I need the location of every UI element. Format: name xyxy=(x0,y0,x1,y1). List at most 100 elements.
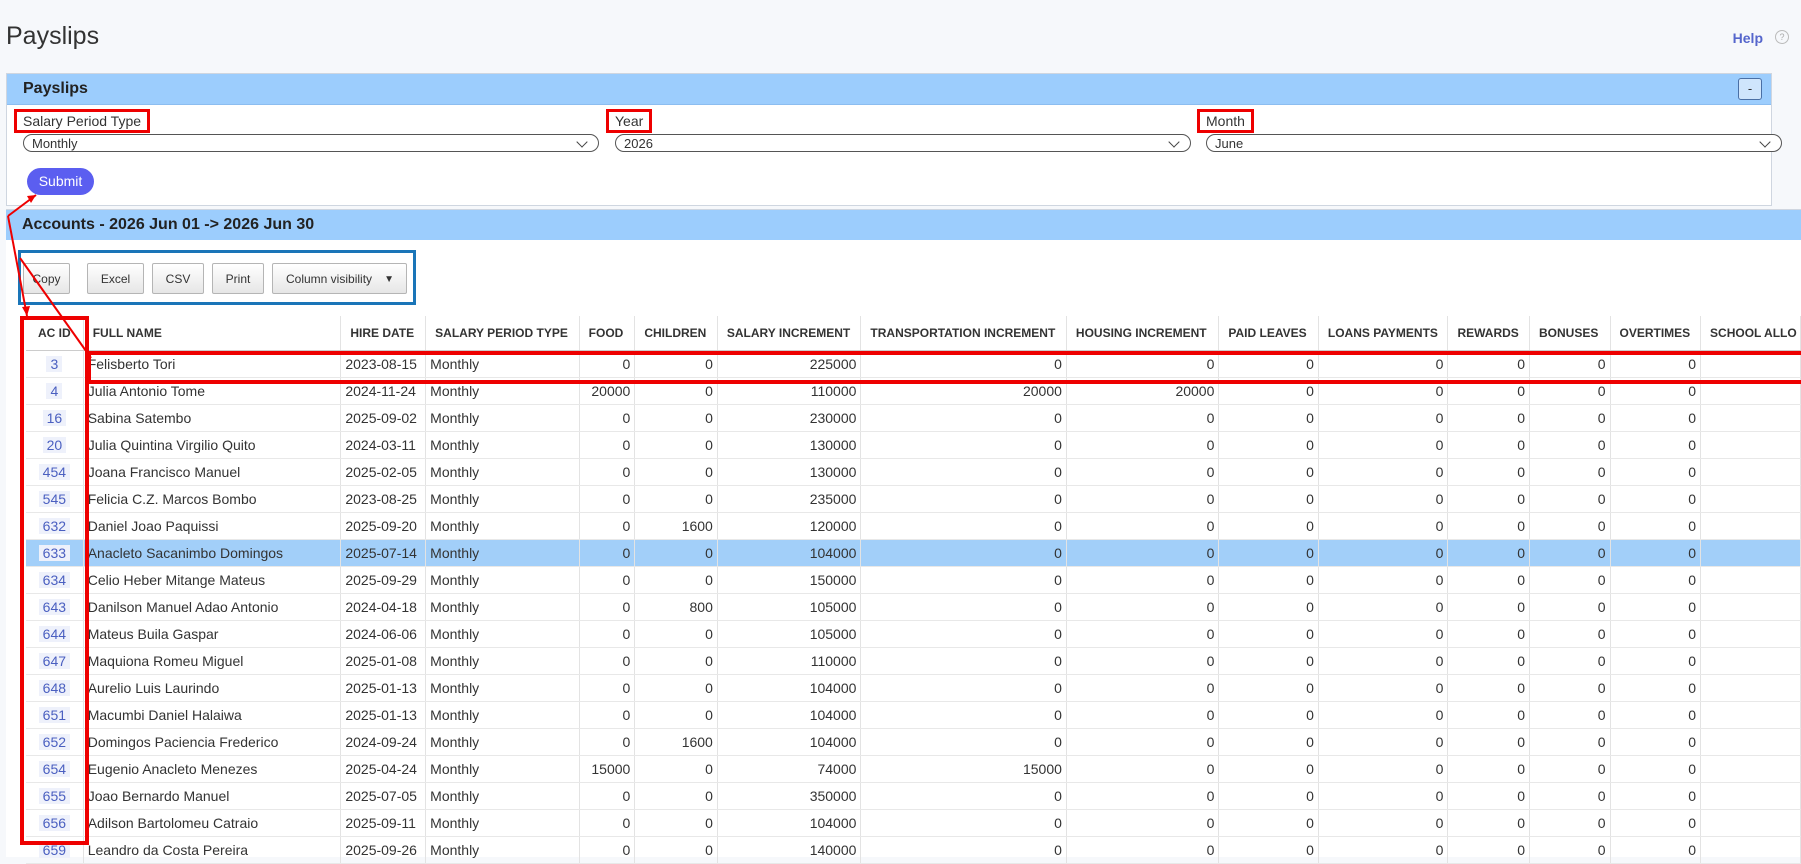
table-cell: 0 xyxy=(1318,485,1449,513)
table-cell: 0 xyxy=(1218,512,1319,540)
column-header-full-name[interactable]: FULL NAME xyxy=(83,316,342,351)
print-button[interactable]: Print xyxy=(212,263,264,294)
accounts-panel-header: Accounts - 2026 Jun 01 -> 2026 Jun 30 xyxy=(6,210,1801,240)
table-cell: 0 xyxy=(1318,647,1449,675)
column-header-salary-period-type[interactable]: SALARY PERIOD TYPE xyxy=(425,316,580,351)
first-row-highlight-box xyxy=(87,351,1801,384)
chevron-down-icon xyxy=(1759,136,1771,148)
column-header-school-allowance[interactable]: SCHOOL ALLO xyxy=(1700,316,1801,351)
table-cell: 0 xyxy=(1447,674,1530,702)
column-visibility-button[interactable]: Column visibility ▼ xyxy=(272,263,407,294)
table-cell: 0 xyxy=(1610,620,1702,648)
table-cell: 0 xyxy=(1610,782,1702,810)
table-cell: 2025-02-05 xyxy=(340,458,427,486)
table-cell: 0 xyxy=(1610,458,1702,486)
table-cell: 150000 xyxy=(717,566,862,594)
submit-button[interactable]: Submit xyxy=(27,168,94,195)
month-value: June xyxy=(1215,136,1244,151)
table-cell: 0 xyxy=(1218,539,1319,567)
salary-period-type-select[interactable]: Monthly xyxy=(23,134,599,152)
month-select[interactable]: June xyxy=(1206,134,1782,152)
ac-id-highlight-box xyxy=(20,316,89,845)
column-header-transportation-increment[interactable]: TRANSPORTATION INCREMENT xyxy=(860,316,1067,351)
page-title: Payslips xyxy=(6,22,100,50)
table-cell: 0 xyxy=(1066,404,1220,432)
column-header-food[interactable]: FOOD xyxy=(579,316,636,351)
table-cell: 15000 xyxy=(579,755,636,783)
table-cell: Monthly xyxy=(425,728,580,756)
table-row[interactable]: 643 Danilson Manuel Adao Antonio 2024-04-1… xyxy=(26,593,1801,621)
table-cell: 0 xyxy=(1218,701,1319,729)
table-row[interactable]: 654 Eugenio Anacleto Menezes 2025-04-24 Mon… xyxy=(26,755,1801,783)
question-circle-icon[interactable]: ? xyxy=(1775,30,1789,44)
table-row[interactable]: 651 Macumbi Daniel Halaiwa 2025-01-13 Month… xyxy=(26,701,1801,729)
table-cell: 0 xyxy=(1318,404,1449,432)
column-header-housing-increment[interactable]: HOUSING INCREMENT xyxy=(1066,316,1220,351)
table-row[interactable]: 545 Felicia C.Z. Marcos Bombo 2023-08-25 Mo… xyxy=(26,485,1801,513)
table-cell: 0 xyxy=(1447,404,1530,432)
table-cell: 0 xyxy=(1610,485,1702,513)
table-cell: Joana Francisco Manuel xyxy=(83,458,342,486)
table-row[interactable]: 16 Sabina Satembo 2025-09-02 Monthly 0 0 23000… xyxy=(26,404,1801,432)
help-link[interactable]: Help xyxy=(1733,30,1763,46)
table-cell: 0 xyxy=(1318,431,1449,459)
table-row[interactable]: 656 Adilson Bartolomeu Catraio 2025-09-11 M… xyxy=(26,809,1801,837)
table-cell: 15000 xyxy=(860,755,1067,783)
column-header-rewards[interactable]: REWARDS xyxy=(1447,316,1530,351)
table-cell: 0 xyxy=(1066,566,1220,594)
table-cell: Aurelio Luis Laurindo xyxy=(83,674,342,702)
year-select[interactable]: 2026 xyxy=(615,134,1191,152)
table-cell: 2025-09-11 xyxy=(340,809,427,837)
table-cell xyxy=(1700,809,1801,837)
table-cell: 0 xyxy=(634,782,718,810)
table-cell: 120000 xyxy=(717,512,862,540)
table-cell: 0 xyxy=(1529,512,1611,540)
table-row[interactable]: 4 Julia Antonio Tome 2024-11-24 Monthly 2000… xyxy=(26,377,1801,405)
table-cell: 0 xyxy=(1066,782,1220,810)
table-row[interactable]: 655 Joao Bernardo Manuel 2025-07-05 Monthly… xyxy=(26,782,1801,810)
table-cell: 0 xyxy=(1066,431,1220,459)
table-row[interactable]: 454 Joana Francisco Manuel 2025-02-05 Month… xyxy=(26,458,1801,486)
table-cell: Monthly xyxy=(425,539,580,567)
table-cell: 20000 xyxy=(860,377,1067,405)
table-cell: 2025-09-26 xyxy=(340,836,427,864)
column-header-loans-payments[interactable]: LOANS PAYMENTS xyxy=(1318,316,1449,351)
table-row[interactable]: 647 Maquiona Romeu Miguel 2025-01-08 Monthl… xyxy=(26,647,1801,675)
table-cell: 0 xyxy=(634,431,718,459)
table-cell: 0 xyxy=(1318,809,1449,837)
copy-button[interactable]: Copy xyxy=(23,263,70,294)
table-row[interactable]: 634 Celio Heber Mitange Mateus 2025-09-29 M… xyxy=(26,566,1801,594)
column-header-paid-leaves[interactable]: PAID LEAVES xyxy=(1218,316,1319,351)
column-header-salary-increment[interactable]: SALARY INCREMENT xyxy=(717,316,862,351)
table-cell: 0 xyxy=(1066,593,1220,621)
column-header-children[interactable]: CHILDREN xyxy=(634,316,718,351)
table-cell: Monthly xyxy=(425,674,580,702)
table-cell: 0 xyxy=(579,431,636,459)
table-cell: 0 xyxy=(1218,377,1319,405)
table-cell: Monthly xyxy=(425,566,580,594)
csv-button[interactable]: CSV xyxy=(152,263,204,294)
table-row[interactable]: 652 Domingos Paciencia Frederico 2024-09-2… xyxy=(26,728,1801,756)
table-cell: 0 xyxy=(1218,728,1319,756)
excel-button[interactable]: Excel xyxy=(87,263,144,294)
table-row[interactable]: 20 Julia Quintina Virgilio Quito 2024-03-1… xyxy=(26,431,1801,459)
year-label: Year xyxy=(605,109,653,133)
table-row[interactable]: 633 Anacleto Sacanimbo Domingos 2025-07-14… xyxy=(26,539,1801,567)
column-header-hire-date[interactable]: HIRE DATE xyxy=(340,316,427,351)
column-header-overtimes[interactable]: OVERTIMES xyxy=(1610,316,1702,351)
table-cell: 0 xyxy=(1447,593,1530,621)
table-row[interactable]: 632 Daniel Joao Paquissi 2025-09-20 Monthly… xyxy=(26,512,1801,540)
table-cell: 0 xyxy=(1066,458,1220,486)
export-button-group: Copy Excel CSV Print Column visibility ▼ xyxy=(18,250,416,305)
table-row[interactable]: 659 Leandro da Costa Pereira 2025-09-26 Mon… xyxy=(26,836,1801,864)
table-row[interactable]: 644 Mateus Buila Gaspar 2024-06-06 Monthly 0… xyxy=(26,620,1801,648)
column-header-bonuses[interactable]: BONUSES xyxy=(1529,316,1611,351)
table-cell: 0 xyxy=(1318,458,1449,486)
table-row[interactable]: 648 Aurelio Luis Laurindo 2025-01-13 Monthl… xyxy=(26,674,1801,702)
accounts-title: Accounts - 2026 Jun 01 -> 2026 Jun 30 xyxy=(22,216,315,233)
collapse-button[interactable]: - xyxy=(1738,78,1762,100)
table-cell: 0 xyxy=(634,755,718,783)
table-cell: 105000 xyxy=(717,620,862,648)
table-cell: 2024-11-24 xyxy=(340,377,427,405)
table-cell: Joao Bernardo Manuel xyxy=(83,782,342,810)
